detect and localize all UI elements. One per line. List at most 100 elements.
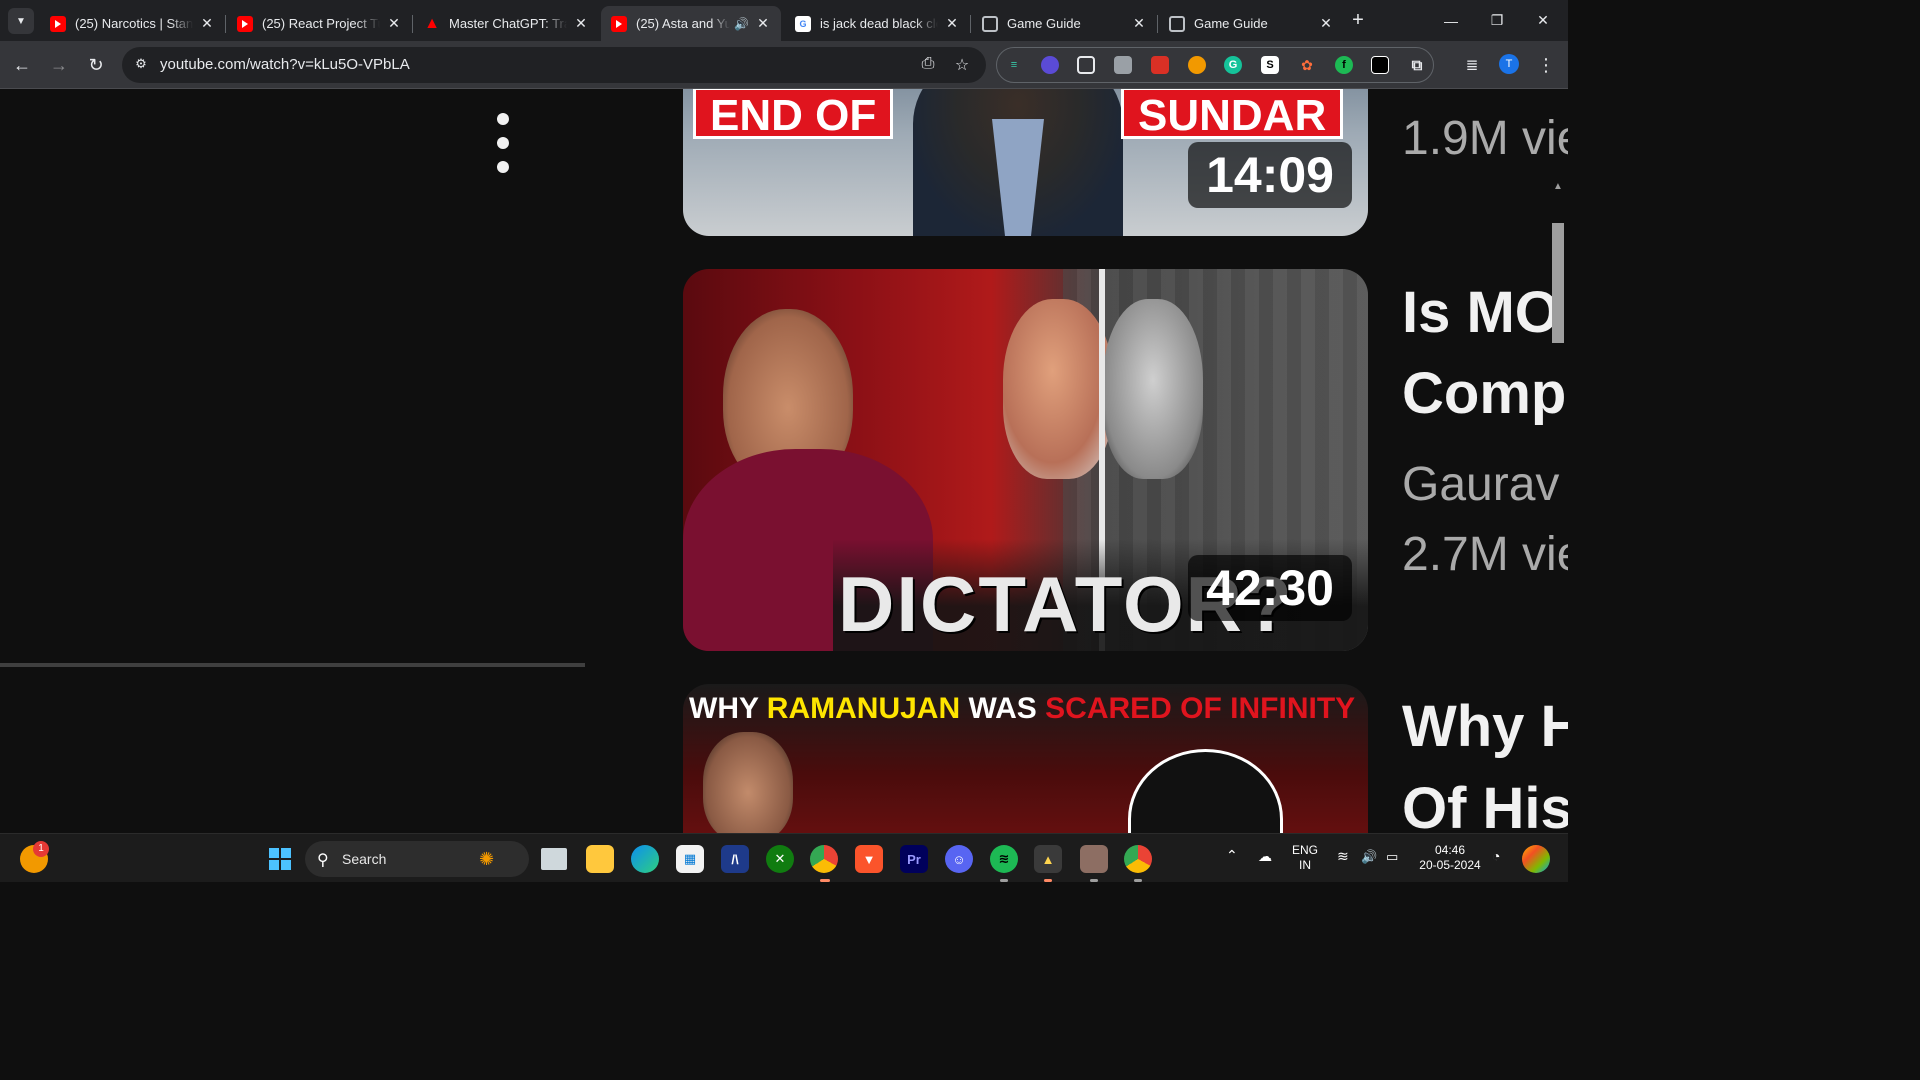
reload-icon: ↻ [88,54,104,75]
extension-icon[interactable]: ≡ [1005,56,1023,74]
menu-button[interactable]: ⋮ [1534,53,1558,77]
extensions-bar: ≡ G S ✿ f ⧉ [996,47,1434,83]
close-window-button[interactable]: ✕ [1520,0,1566,41]
tab-separator [412,15,413,33]
extension-icon[interactable] [1077,56,1095,74]
task-view-icon[interactable] [541,848,567,870]
reload-button[interactable]: ↻ [84,53,108,77]
premiere-pro-icon[interactable]: Pr [900,845,928,873]
tab-search-button[interactable]: ▼ [8,8,34,34]
edge-icon[interactable] [631,845,659,873]
taskbar-search[interactable]: ⚲ Search ✺ [305,841,529,877]
close-icon[interactable]: ✕ [755,15,771,32]
volume-icon[interactable]: 🔊 [1361,849,1377,864]
minimize-button[interactable]: — [1428,0,1474,41]
more-actions-button[interactable] [494,113,512,173]
discord-icon[interactable]: ☺ [945,845,973,873]
extension-icon[interactable]: f [1335,56,1353,74]
video-title-line[interactable]: Why H [1402,693,1568,760]
politician-face [1003,299,1113,479]
tab-4[interactable]: G is jack dead black clo ✕ [785,6,971,41]
scroll-up-arrow[interactable]: ▲ [1552,181,1564,192]
battery-icon[interactable]: ▭ [1386,849,1398,864]
profile-avatar[interactable]: T [1499,54,1519,74]
extension-icon[interactable] [1371,56,1389,74]
close-icon[interactable]: ✕ [1131,15,1147,32]
media-control-button[interactable]: ≣ [1460,53,1484,77]
tab-title: is jack dead black clo [820,16,938,31]
channel-name[interactable]: Gaurav T [1402,457,1568,512]
cloud-offline-icon[interactable]: ☁ [1258,849,1272,864]
video-thumbnail[interactable]: END OF SUNDAR 14:09 [683,89,1368,236]
divider [0,663,585,667]
tab-title: Game Guide [1194,16,1268,31]
video-thumbnail[interactable]: DICTATOR? 42:30 [683,269,1368,651]
forward-button[interactable]: → [47,53,71,77]
dot [497,161,509,173]
url-text[interactable]: youtube.com/watch?v=kLu5O-VPbLA [160,56,410,73]
back-button[interactable]: ← [10,53,34,77]
tab-separator [1157,15,1158,33]
copilot-icon[interactable] [1522,845,1550,873]
file-explorer-icon[interactable] [586,845,614,873]
chrome-icon[interactable] [810,845,838,873]
video-title-line[interactable]: Of Hist [1402,775,1568,833]
game-icon[interactable] [1080,845,1108,873]
brave-icon[interactable]: ▼ [855,845,883,873]
video-thumbnail[interactable]: WHY RAMANUJAN WAS SCARED OF INFINITY [683,684,1368,833]
puzzle-icon[interactable]: ⧉ [1408,56,1426,74]
wifi-icon[interactable]: ≋ [1337,849,1349,864]
tab-5[interactable]: Game Guide ✕ [972,6,1158,41]
tab-separator [970,15,971,33]
speaker-icon[interactable]: 🔊 [734,17,749,31]
spotify-icon[interactable]: ≋ [990,845,1018,873]
microsoft-store-icon[interactable]: ▦ [676,845,704,873]
running-indicator [1000,879,1008,882]
duration-badge: 14:09 [1188,142,1352,208]
extension-icon[interactable]: ✿ [1298,56,1316,74]
grammarly-icon[interactable]: G [1224,56,1242,74]
install-app-icon[interactable]: ⎙ [918,55,938,75]
page-content: END OF SUNDAR 14:09 DICTATOR? 42:30 WHY … [0,89,1568,833]
tab-0[interactable]: (25) Narcotics | Stand ✕ [40,6,226,41]
tab-6[interactable]: Game Guide ✕ [1159,6,1344,41]
windows-start-icon[interactable] [266,845,294,873]
site-settings-icon[interactable]: ⚙ [132,56,150,74]
close-icon[interactable]: ✕ [199,15,215,32]
notification-bell-icon[interactable]: ◔ [1492,849,1500,864]
video-title-line[interactable]: Is MO [1402,279,1560,346]
video-title-line[interactable]: Compl [1402,360,1568,427]
google-icon: G [795,15,811,32]
caption-word: RAMANUJAN [766,692,961,725]
extension-icon[interactable]: S [1261,56,1279,74]
restore-button[interactable]: ❐ [1474,0,1520,41]
scrollbar-thumb[interactable] [1552,223,1564,343]
extension-icon[interactable] [1188,56,1206,74]
xbox-icon[interactable]: ✕ [766,845,794,873]
youtube-icon [611,15,627,32]
app-icon[interactable]: ▲ [1034,845,1062,873]
close-icon[interactable]: ✕ [386,15,402,32]
chevron-up-icon[interactable]: ⌃ [1226,848,1238,863]
globe-icon [1169,15,1185,32]
tab-3-active[interactable]: (25) Asta and Yur 🔊 ✕ [601,6,781,41]
clock[interactable]: 04:46 20-05-2024 [1416,843,1484,873]
chevron-down-icon: ▼ [16,15,26,27]
tab-1[interactable]: (25) React Project Tut ✕ [227,6,413,41]
language-indicator[interactable]: ENG IN [1292,843,1318,873]
close-icon[interactable]: ✕ [573,15,589,32]
historical-face [1103,299,1203,479]
extension-icon[interactable] [1114,56,1132,74]
address-bar[interactable]: ⚙ youtube.com/watch?v=kLu5O-VPbLA ⎙ ☆ [122,47,986,83]
tab-2[interactable]: ▲ Master ChatGPT: Tran ✕ [414,6,599,41]
new-tab-button[interactable]: + [1347,9,1369,31]
close-icon[interactable]: ✕ [1318,15,1334,32]
extension-icon[interactable] [1041,56,1059,74]
thumb-caption: WHY RAMANUJAN WAS SCARED OF INFINITY [689,692,1355,726]
extension-icon[interactable] [1151,56,1169,74]
close-icon[interactable]: ✕ [944,15,960,32]
chrome-icon[interactable] [1124,845,1152,873]
bookmark-star-icon[interactable]: ☆ [952,55,972,75]
code-editor-icon[interactable]: /\ [721,845,749,873]
tab-title: Game Guide [1007,16,1081,31]
